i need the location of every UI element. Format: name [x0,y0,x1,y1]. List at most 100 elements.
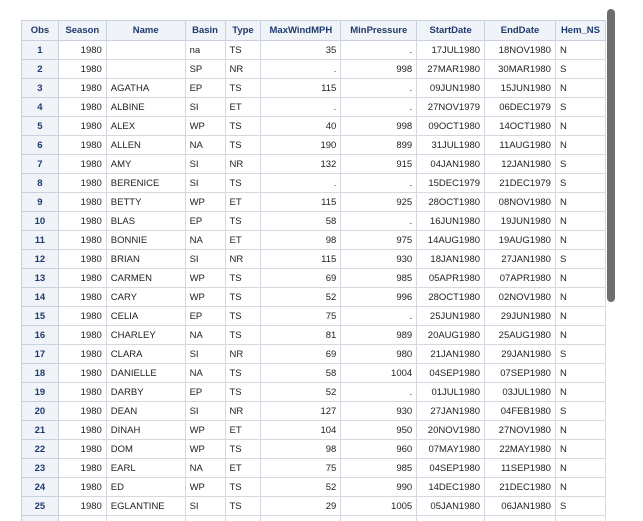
cell-startdate: 09OCT1980 [416,116,486,136]
cell-startdate: 21JAN1980 [416,344,486,364]
table-row[interactable]: 8 1980 BERENICE SI TS.. 15DEC1979 21DEC1979 S [21,173,606,193]
table-row[interactable]: 10 1980 BLAS EP TS 58. 16JUN1980 19JUN1980 N [21,211,606,231]
table-row[interactable]: 25 1980 EGLANTINE SI TS 29 1005 05JAN1980 06JAN1… [21,496,606,516]
table-row[interactable]: 16 1980 CHARLEY NA TS 81 989 20AUG1980 25AUG1980… [21,325,606,345]
cell-minpressure: 925 [340,192,418,212]
cell-obs: 2 [21,59,59,79]
cell-basin: WP [184,420,226,440]
table-row[interactable]: 12 1980 BRIAN SI NR 115 930 18JAN1980 27JAN1980 S [21,249,606,269]
cell-obs: 25 [21,496,59,516]
table-row[interactable]: 6 1980 ALLEN NA TS 190 899 31JUL1980 11AUG1980 N [21,135,606,155]
cell-season: 1980 [57,40,107,60]
cell-minpressure: 960 [340,439,418,459]
table-row[interactable]: 2 1980 SP NR. 998 27MAR1980 30MAR1980 S [21,59,606,79]
cell-hem-ns: N [554,230,606,250]
cell-maxwindmph: . [260,173,342,193]
cell-maxwindmph: 69 [260,268,342,288]
cell-type: TS [224,116,262,136]
vertical-scrollbar-thumb[interactable] [607,9,615,302]
data-grid: Obs Season Name Basin Type MaxWindMPH Mi… [21,20,606,521]
cell-type: TS [224,382,262,402]
cell-enddate: 29JUN1980 [484,306,556,326]
cell-startdate: 15DEC1979 [416,173,486,193]
table-row[interactable]: 26 [21,515,606,521]
cell-season: 1980 [57,211,107,231]
cell-maxwindmph: 29 [260,496,342,516]
cell-season: 1980 [57,116,107,136]
table-row[interactable]: 22 1980 DOM WP TS 98 960 07MAY1980 22MAY1980 N [21,439,606,459]
cell-enddate: 07APR1980 [484,268,556,288]
cell-enddate: 11AUG1980 [484,135,556,155]
table-row[interactable]: 5 1980 ALEX WP TS 40 998 09OCT1980 14OCT1980 N [21,116,606,136]
cell-type: TS [224,135,262,155]
cell-minpressure: . [340,173,418,193]
cell-startdate: 27JAN1980 [416,401,486,421]
cell-basin: EP [184,78,226,98]
cell-minpressure: 899 [340,135,418,155]
cell-season: 1980 [57,439,107,459]
column-header-minpressure[interactable]: MinPressure [340,20,418,41]
column-header-enddate[interactable]: EndDate [484,20,556,41]
cell-hem-ns: N [554,268,606,288]
cell-season: 1980 [57,192,107,212]
cell-name: DANIELLE [105,363,186,383]
cell-hem-ns: N [554,192,606,212]
cell-basin: SI [184,401,226,421]
cell-name: BLAS [105,211,186,231]
table-row[interactable]: 4 1980 ALBINE SI ET.. 27NOV1979 06DEC1979 S [21,97,606,117]
cell-season: 1980 [57,344,107,364]
cell-enddate: 03JUL1980 [484,382,556,402]
cell-name: BETTY [105,192,186,212]
cell-enddate: 14OCT1980 [484,116,556,136]
cell-season: 1980 [57,401,107,421]
cell-name: ALEX [105,116,186,136]
column-header-obs[interactable]: Obs [21,20,59,41]
cell-minpressure: . [340,97,418,117]
table-row[interactable]: 13 1980 CARMEN WP TS 69 985 05APR1980 07APR1980 N [21,268,606,288]
table-row[interactable]: 15 1980 CELIA EP TS 75. 25JUN1980 29JUN1980 N [21,306,606,326]
column-header-name[interactable]: Name [105,20,186,41]
cell-type: TS [224,477,262,497]
cell-minpressure: 998 [340,59,418,79]
cell-maxwindmph [260,515,342,521]
cell-basin: NA [184,135,226,155]
cell-enddate: 12JAN1980 [484,154,556,174]
cell-type: TS [224,363,262,383]
cell-basin: WP [184,287,226,307]
cell-minpressure: 985 [340,458,418,478]
cell-basin: SI [184,344,226,364]
table-row[interactable]: 17 1980 CLARA SI NR 69 980 21JAN1980 29JAN1980 S [21,344,606,364]
table-row[interactable]: 18 1980 DANIELLE NA TS 58 1004 04SEP1980 07SEP19… [21,363,606,383]
column-header-season[interactable]: Season [57,20,107,41]
column-header-type[interactable]: Type [224,20,262,41]
table-row[interactable]: 20 1980 DEAN SI NR 127 930 27JAN1980 04FEB1980 S [21,401,606,421]
cell-enddate: 21DEC1979 [484,173,556,193]
cell-minpressure: 989 [340,325,418,345]
column-header-maxwindmph[interactable]: MaxWindMPH [260,20,342,41]
table-row[interactable]: 23 1980 EARL NA ET 75 985 04SEP1980 11SEP1980 N [21,458,606,478]
table-row[interactable]: 19 1980 DARBY EP TS 52. 01JUL1980 03JUL1980 N [21,382,606,402]
column-header-startdate[interactable]: StartDate [416,20,486,41]
cell-minpressure: . [340,306,418,326]
table-row[interactable]: 1 1980 na TS 35. 17JUL1980 18NOV1980 N [21,40,606,60]
cell-type: TS [224,173,262,193]
table-row[interactable]: 24 1980 ED WP TS 52 990 14DEC1980 21DEC1980 N [21,477,606,497]
cell-season: 1980 [57,97,107,117]
table-row[interactable]: 9 1980 BETTY WP ET 115 925 28OCT1980 08NOV1980 N [21,192,606,212]
table-row[interactable]: 14 1980 CARY WP TS 52 996 28OCT1980 02NOV1980 N [21,287,606,307]
cell-season: 1980 [57,268,107,288]
cell-season: 1980 [57,230,107,250]
cell-hem-ns: N [554,420,606,440]
cell-obs: 18 [21,363,59,383]
cell-enddate: 15JUN1980 [484,78,556,98]
table-row[interactable]: 11 1980 BONNIE NA ET 98 975 14AUG1980 19AUG1980 N [21,230,606,250]
cell-maxwindmph: . [260,97,342,117]
table-row[interactable]: 3 1980 AGATHA EP TS 115. 09JUN1980 15JUN1980 N [21,78,606,98]
table-row[interactable]: 7 1980 AMY SI NR 132 915 04JAN1980 12JAN1980 S [21,154,606,174]
cell-minpressure: 930 [340,401,418,421]
cell-startdate: 01JUL1980 [416,382,486,402]
cell-obs: 8 [21,173,59,193]
table-row[interactable]: 21 1980 DINAH WP ET 104 950 20NOV1980 27NOV1980 N [21,420,606,440]
column-header-hem-ns[interactable]: Hem_NS [554,20,606,41]
column-header-basin[interactable]: Basin [184,20,226,41]
